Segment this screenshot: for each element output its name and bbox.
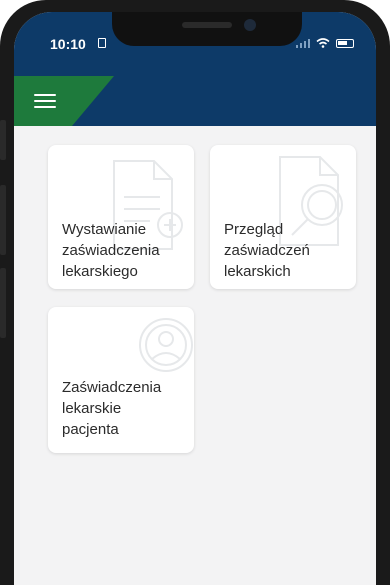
volume-down-button: [0, 268, 6, 338]
tile-patient-certificates[interactable]: Zaświadczenia lekarskie pacjenta: [48, 307, 194, 453]
notch: [112, 12, 302, 46]
tile-label: Zaświadczenia lekarskie pacjenta: [62, 379, 162, 438]
camera: [244, 19, 256, 31]
brand-accent: [14, 76, 114, 126]
wifi-icon: [316, 38, 330, 48]
status-icons: [295, 38, 354, 48]
screen: 10:10 Wystawianie zaświadczenia lekarski…: [14, 12, 376, 585]
patient-icon: [139, 318, 193, 372]
tile-issue-certificate[interactable]: Wystawianie zaświadczenia lekarskiego: [48, 145, 194, 289]
status-time: 10:10: [50, 36, 86, 52]
tile-label: Przegląd zaświadczeń lekarskich: [224, 221, 310, 280]
lock-icon: [98, 38, 106, 48]
phone-frame: 10:10 Wystawianie zaświadczenia lekarski…: [0, 0, 390, 585]
tile-label: Wystawianie zaświadczenia lekarskiego: [62, 221, 160, 280]
tile-review-certificates[interactable]: Przegląd zaświadczeń lekarskich: [210, 145, 356, 289]
menu-button[interactable]: [34, 94, 56, 110]
app-header: [14, 76, 376, 126]
battery-icon: [336, 38, 354, 48]
side-button: [0, 120, 6, 160]
volume-up-button: [0, 185, 6, 255]
status-bar: 10:10: [14, 12, 376, 76]
speaker: [182, 22, 232, 28]
signal-icon: [295, 38, 310, 48]
